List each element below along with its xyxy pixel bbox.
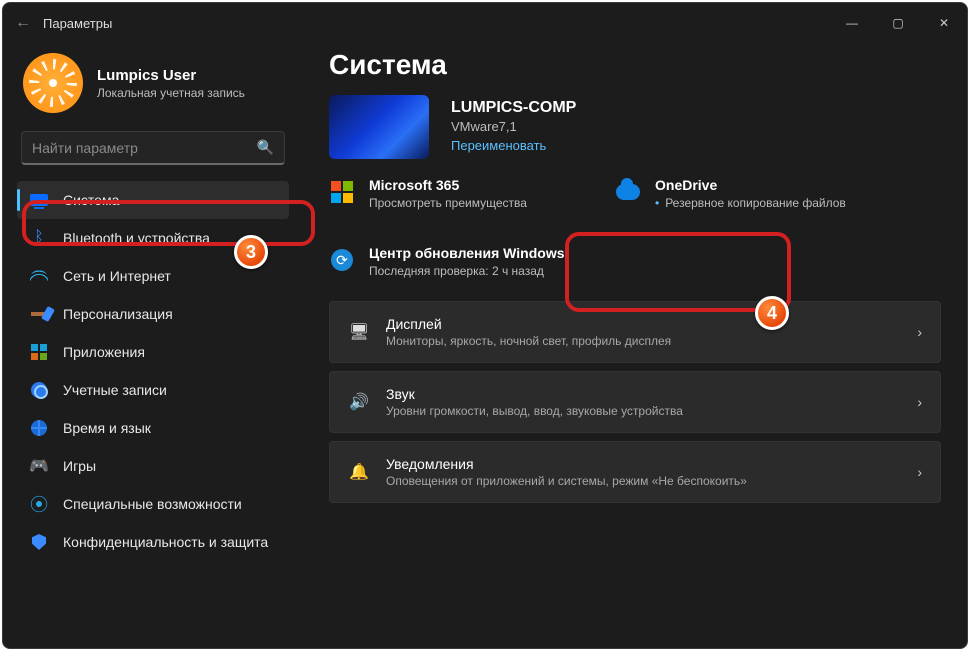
tile-ms365-title: Microsoft 365 — [369, 177, 527, 193]
ms365-icon — [331, 181, 353, 203]
bell-icon: 🔔 — [348, 461, 370, 483]
tile-onedrive-title: OneDrive — [655, 177, 846, 193]
card-sound-title: Звук — [386, 386, 683, 402]
tile-onedrive-sub: Резервное копирование файлов — [655, 195, 846, 211]
device-thumbnail — [329, 95, 429, 159]
shield-icon — [29, 532, 49, 552]
card-display-sub: Мониторы, яркость, ночной свет, профиль … — [386, 334, 671, 348]
nav-item-label: Bluetooth и устройства — [63, 230, 210, 246]
access-icon: ⦿ — [29, 494, 49, 514]
nav-item-game[interactable]: 🎮 Игры — [17, 447, 289, 485]
card-display-title: Дисплей — [386, 316, 671, 332]
device-block: LUMPICS-COMP VMware7,1 Переименовать — [329, 95, 941, 159]
user-icon — [29, 380, 49, 400]
close-button[interactable]: ✕ — [921, 8, 967, 38]
nav-item-user[interactable]: Учетные записи — [17, 371, 289, 409]
card-notify-title: Уведомления — [386, 456, 747, 472]
card-sound[interactable]: 🔊 Звук Уровни громкости, вывод, ввод, зв… — [329, 371, 941, 433]
search-box[interactable]: 🔍 — [21, 131, 285, 165]
bt-icon: ᛒ — [29, 228, 49, 248]
nav-item-label: Специальные возможности — [63, 496, 242, 512]
chevron-right-icon: › — [917, 394, 922, 410]
nav-item-label: Персонализация — [63, 306, 173, 322]
tile-update-title: Центр обновления Windows — [369, 245, 565, 261]
nav-item-brush[interactable]: Персонализация — [17, 295, 289, 333]
tile-onedrive[interactable]: OneDrive Резервное копирование файлов — [615, 173, 875, 215]
cloud-icon — [616, 184, 640, 200]
annotation-badge-3: 3 — [234, 235, 268, 269]
nav-item-apps[interactable]: Приложения — [17, 333, 289, 371]
titlebar: ← Параметры — ▢ ✕ — [3, 3, 967, 43]
tile-ms365[interactable]: Microsoft 365 Просмотреть преимущества — [329, 173, 589, 215]
chevron-right-icon: › — [917, 324, 922, 340]
tile-ms365-sub: Просмотреть преимущества — [369, 195, 527, 211]
nav-item-label: Система — [63, 192, 119, 208]
tile-windows-update[interactable]: ⟳ Центр обновления Windows Последняя про… — [329, 241, 689, 283]
sync-icon: ⟳ — [331, 249, 353, 271]
nav-item-access[interactable]: ⦿ Специальные возможности — [17, 485, 289, 523]
wifi-icon — [29, 266, 49, 286]
device-name: LUMPICS-COMP — [451, 99, 576, 117]
avatar — [23, 53, 83, 113]
nav-item-shield[interactable]: Конфиденциальность и защита — [17, 523, 289, 561]
card-notifications[interactable]: 🔔 Уведомления Оповещения от приложений и… — [329, 441, 941, 503]
card-display[interactable]: 🖥 Дисплей Мониторы, яркость, ночной свет… — [329, 301, 941, 363]
profile-name: Lumpics User — [97, 67, 245, 84]
tile-update-sub: Последняя проверка: 2 ч назад — [369, 263, 565, 279]
monitor-icon — [29, 190, 49, 210]
profile-sub: Локальная учетная запись — [97, 86, 245, 100]
device-model: VMware7,1 — [451, 119, 576, 134]
nav-item-label: Конфиденциальность и защита — [63, 534, 268, 550]
nav-item-label: Сеть и Интернет — [63, 268, 171, 284]
display-icon: 🖥 — [348, 321, 370, 343]
maximize-button[interactable]: ▢ — [875, 8, 921, 38]
nav-item-monitor[interactable]: Система — [17, 181, 289, 219]
chevron-right-icon: › — [917, 464, 922, 480]
nav-item-globe[interactable]: Время и язык — [17, 409, 289, 447]
back-button[interactable]: ← — [3, 14, 43, 32]
nav-item-label: Время и язык — [63, 420, 151, 436]
main-panel: Система LUMPICS-COMP VMware7,1 Переимено… — [303, 43, 967, 648]
minimize-button[interactable]: — — [829, 8, 875, 38]
nav-item-label: Игры — [63, 458, 96, 474]
nav-item-label: Приложения — [63, 344, 145, 360]
window-title: Параметры — [43, 16, 112, 31]
game-icon: 🎮 — [29, 456, 49, 476]
search-input[interactable] — [32, 140, 257, 156]
apps-icon — [29, 342, 49, 362]
page-title: Система — [329, 49, 941, 81]
settings-window: ← Параметры — ▢ ✕ Lumpics User Локальная… — [2, 2, 968, 649]
sound-icon: 🔊 — [348, 391, 370, 413]
profile-block[interactable]: Lumpics User Локальная учетная запись — [17, 53, 289, 125]
card-notify-sub: Оповещения от приложений и системы, режи… — [386, 474, 747, 488]
brush-icon — [29, 304, 49, 324]
search-icon: 🔍 — [257, 139, 274, 156]
nav-item-label: Учетные записи — [63, 382, 167, 398]
card-sound-sub: Уровни громкости, вывод, ввод, звуковые … — [386, 404, 683, 418]
sidebar: Lumpics User Локальная учетная запись 🔍 … — [3, 43, 303, 648]
globe-icon — [29, 418, 49, 438]
rename-link[interactable]: Переименовать — [451, 138, 546, 153]
annotation-badge-4: 4 — [755, 296, 789, 330]
